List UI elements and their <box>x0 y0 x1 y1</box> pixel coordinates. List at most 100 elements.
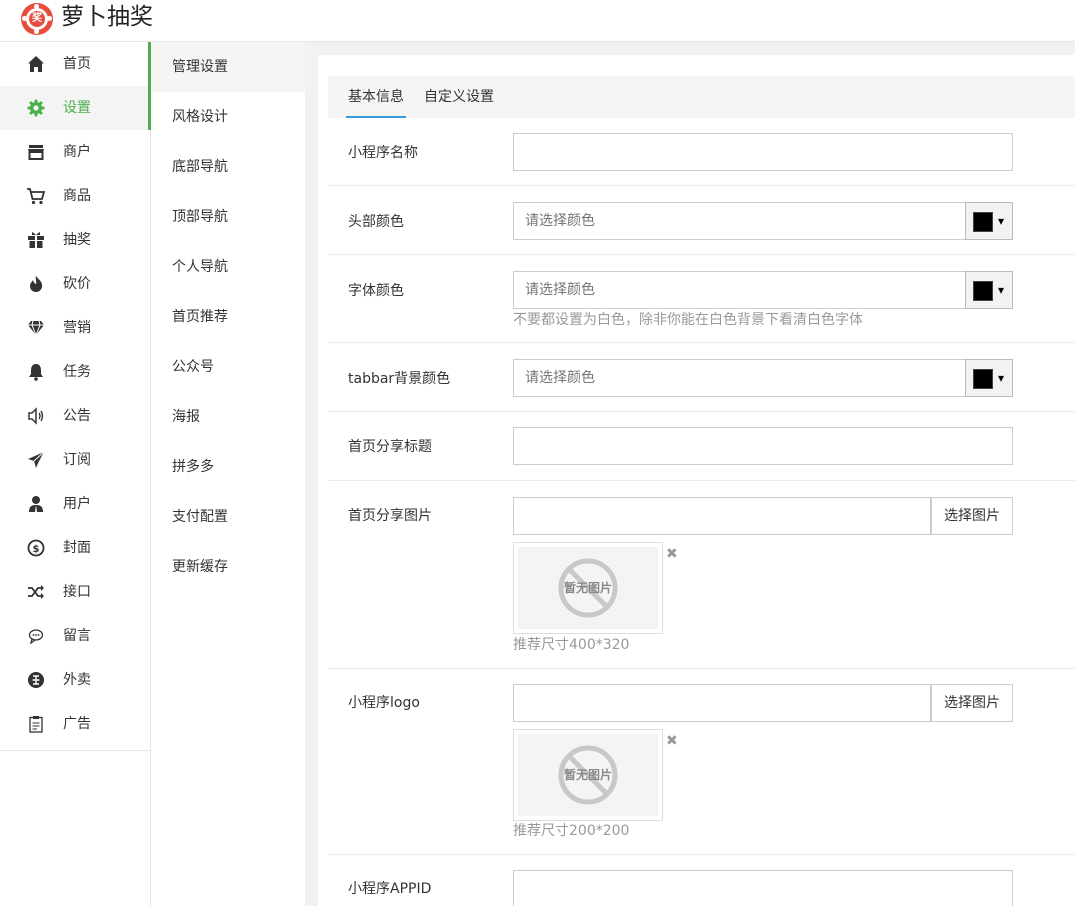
nav-item-4[interactable]: 抽奖 <box>0 218 150 262</box>
nav-item-2[interactable]: 商户 <box>0 130 150 174</box>
nav-item-label: 广告 <box>63 716 91 732</box>
subnav-item-4[interactable]: 个人导航 <box>152 242 305 292</box>
logo-input[interactable] <box>513 684 931 722</box>
comment-icon <box>26 626 46 646</box>
subnav-item-3[interactable]: 顶部导航 <box>152 192 305 242</box>
field-label-tabbar-color: tabbar背景颜色 <box>348 371 451 387</box>
takeout-icon <box>26 670 46 690</box>
font-color-hint: 不要都设置为白色，除非你能在白色背景下看清白色字体 <box>513 312 863 328</box>
header-color-input[interactable] <box>513 202 966 240</box>
row-divider <box>328 342 1075 343</box>
font-color-input[interactable] <box>513 271 966 309</box>
settings-subnav: 管理设置风格设计底部导航顶部导航个人导航首页推荐公众号 海报 拼多多支付配置更新缓存 <box>148 42 305 906</box>
subnav-item-10[interactable]: 更新缓存 <box>152 542 305 592</box>
row-divider <box>328 411 1075 412</box>
nav-item-0[interactable]: 首页 <box>0 42 150 86</box>
field-label-name: 小程序名称 <box>348 145 418 161</box>
settings-panel: 基本信息 自定义设置 小程序名称 头部颜色 ▾ 字体颜色 ▾ 不要都设置为白色，… <box>318 55 1075 906</box>
subnav-item-label: 个人导航 <box>172 259 228 275</box>
color-swatch <box>973 369 993 389</box>
tab-custom-settings[interactable]: 自定义设置 <box>424 88 494 106</box>
subnav-item-9[interactable]: 支付配置 <box>152 492 305 542</box>
row-divider <box>328 480 1075 481</box>
nav-item-label: 抽奖 <box>63 232 91 248</box>
share-image-input[interactable] <box>513 497 931 535</box>
remove-share-image-icon[interactable]: ✖ <box>666 547 678 561</box>
field-label-appid: 小程序APPID <box>348 881 432 897</box>
tab-basic-info[interactable]: 基本信息 <box>346 88 406 118</box>
subnav-item-2[interactable]: 底部导航 <box>152 142 305 192</box>
nav-item-14[interactable]: 外卖 <box>0 658 150 702</box>
subnav-item-6[interactable]: 公众号 <box>152 342 305 392</box>
nav-item-7[interactable]: 任务 <box>0 350 150 394</box>
user-icon <box>26 494 46 514</box>
tabbar-color-picker-button[interactable]: ▾ <box>965 359 1013 397</box>
subnav-item-label: 首页推荐 <box>172 309 228 325</box>
field-label-share-image: 首页分享图片 <box>348 508 432 524</box>
share-image-pick-button[interactable]: 选择图片 <box>931 497 1013 535</box>
subnav-item-5[interactable]: 首页推荐 <box>152 292 305 342</box>
nav-item-label: 砍价 <box>63 276 91 292</box>
nav-item-10[interactable]: 用户 <box>0 482 150 526</box>
nav-item-6[interactable]: 营销 <box>0 306 150 350</box>
remove-logo-icon[interactable]: ✖ <box>666 734 678 748</box>
app-name-input[interactable] <box>513 133 1013 171</box>
speaker-icon <box>26 406 46 426</box>
row-divider <box>328 668 1075 669</box>
home-icon <box>26 54 46 74</box>
subnav-item-label: 管理设置 <box>172 59 228 75</box>
clipboard-icon <box>26 714 46 734</box>
app-title: 萝卜抽奖 <box>61 4 153 30</box>
cart-icon <box>26 186 46 206</box>
gift-icon <box>26 230 46 250</box>
caret-down-icon: ▾ <box>998 214 1005 228</box>
subnav-item-label: 顶部导航 <box>172 209 228 225</box>
share-title-input[interactable] <box>513 427 1013 465</box>
nav-item-1[interactable]: 设置 <box>0 86 150 130</box>
nav-item-13[interactable]: 留言 <box>0 614 150 658</box>
nav-item-9[interactable]: 订阅 <box>0 438 150 482</box>
dollar-icon: $ <box>26 538 46 558</box>
gear-icon <box>26 98 46 118</box>
store-icon <box>26 142 46 162</box>
subnav-item-label: 风格设计 <box>172 109 228 125</box>
header-color-picker-button[interactable]: ▾ <box>965 202 1013 240</box>
share-image-preview: 暂无图片 <box>513 542 663 634</box>
row-divider <box>328 854 1075 855</box>
nav-item-label: 订阅 <box>63 452 91 468</box>
logo-pick-button[interactable]: 选择图片 <box>931 684 1013 722</box>
field-label-font-color: 字体颜色 <box>348 283 404 299</box>
field-label-logo: 小程序logo <box>348 695 420 711</box>
nav-item-label: 接口 <box>63 584 91 600</box>
subnav-item-7[interactable]: 海报 <box>152 392 305 442</box>
nav-item-8[interactable]: 公告 <box>0 394 150 438</box>
subnav-item-1[interactable]: 风格设计 <box>152 92 305 142</box>
nav-item-label: 任务 <box>63 364 91 380</box>
nav-item-5[interactable]: 砍价 <box>0 262 150 306</box>
subnav-item-label: 支付配置 <box>172 509 228 525</box>
color-swatch <box>973 281 993 301</box>
nav-item-3[interactable]: 商品 <box>0 174 150 218</box>
nav-item-12[interactable]: 接口 <box>0 570 150 614</box>
nav-item-label: 设置 <box>63 100 91 116</box>
appid-input[interactable] <box>513 870 1013 906</box>
subnav-item-label: 更新缓存 <box>172 559 228 575</box>
subnav-item-8[interactable]: 拼多多 <box>152 442 305 492</box>
nav-item-11[interactable]: $ 封面 <box>0 526 150 570</box>
field-label-share-title: 首页分享标题 <box>348 439 432 455</box>
nav-item-label: 用户 <box>63 496 91 512</box>
fire-icon <box>26 274 46 294</box>
nav-item-15[interactable]: 广告 <box>0 702 150 746</box>
font-color-picker-button[interactable]: ▾ <box>965 271 1013 309</box>
logo-preview: 暂无图片 <box>513 729 663 821</box>
nav-item-label: 封面 <box>63 540 91 556</box>
diamond-icon <box>26 318 46 338</box>
top-header: 奖 萝卜抽奖 <box>0 0 1075 42</box>
nav-item-label: 首页 <box>63 56 91 72</box>
tabbar-color-input[interactable] <box>513 359 966 397</box>
bell-icon <box>26 362 46 382</box>
shuffle-icon <box>26 582 46 602</box>
share-image-size-hint: 推荐尺寸400*320 <box>513 637 630 653</box>
subnav-item-0[interactable]: 管理设置 <box>148 42 305 130</box>
paper-plane-icon <box>26 450 46 470</box>
